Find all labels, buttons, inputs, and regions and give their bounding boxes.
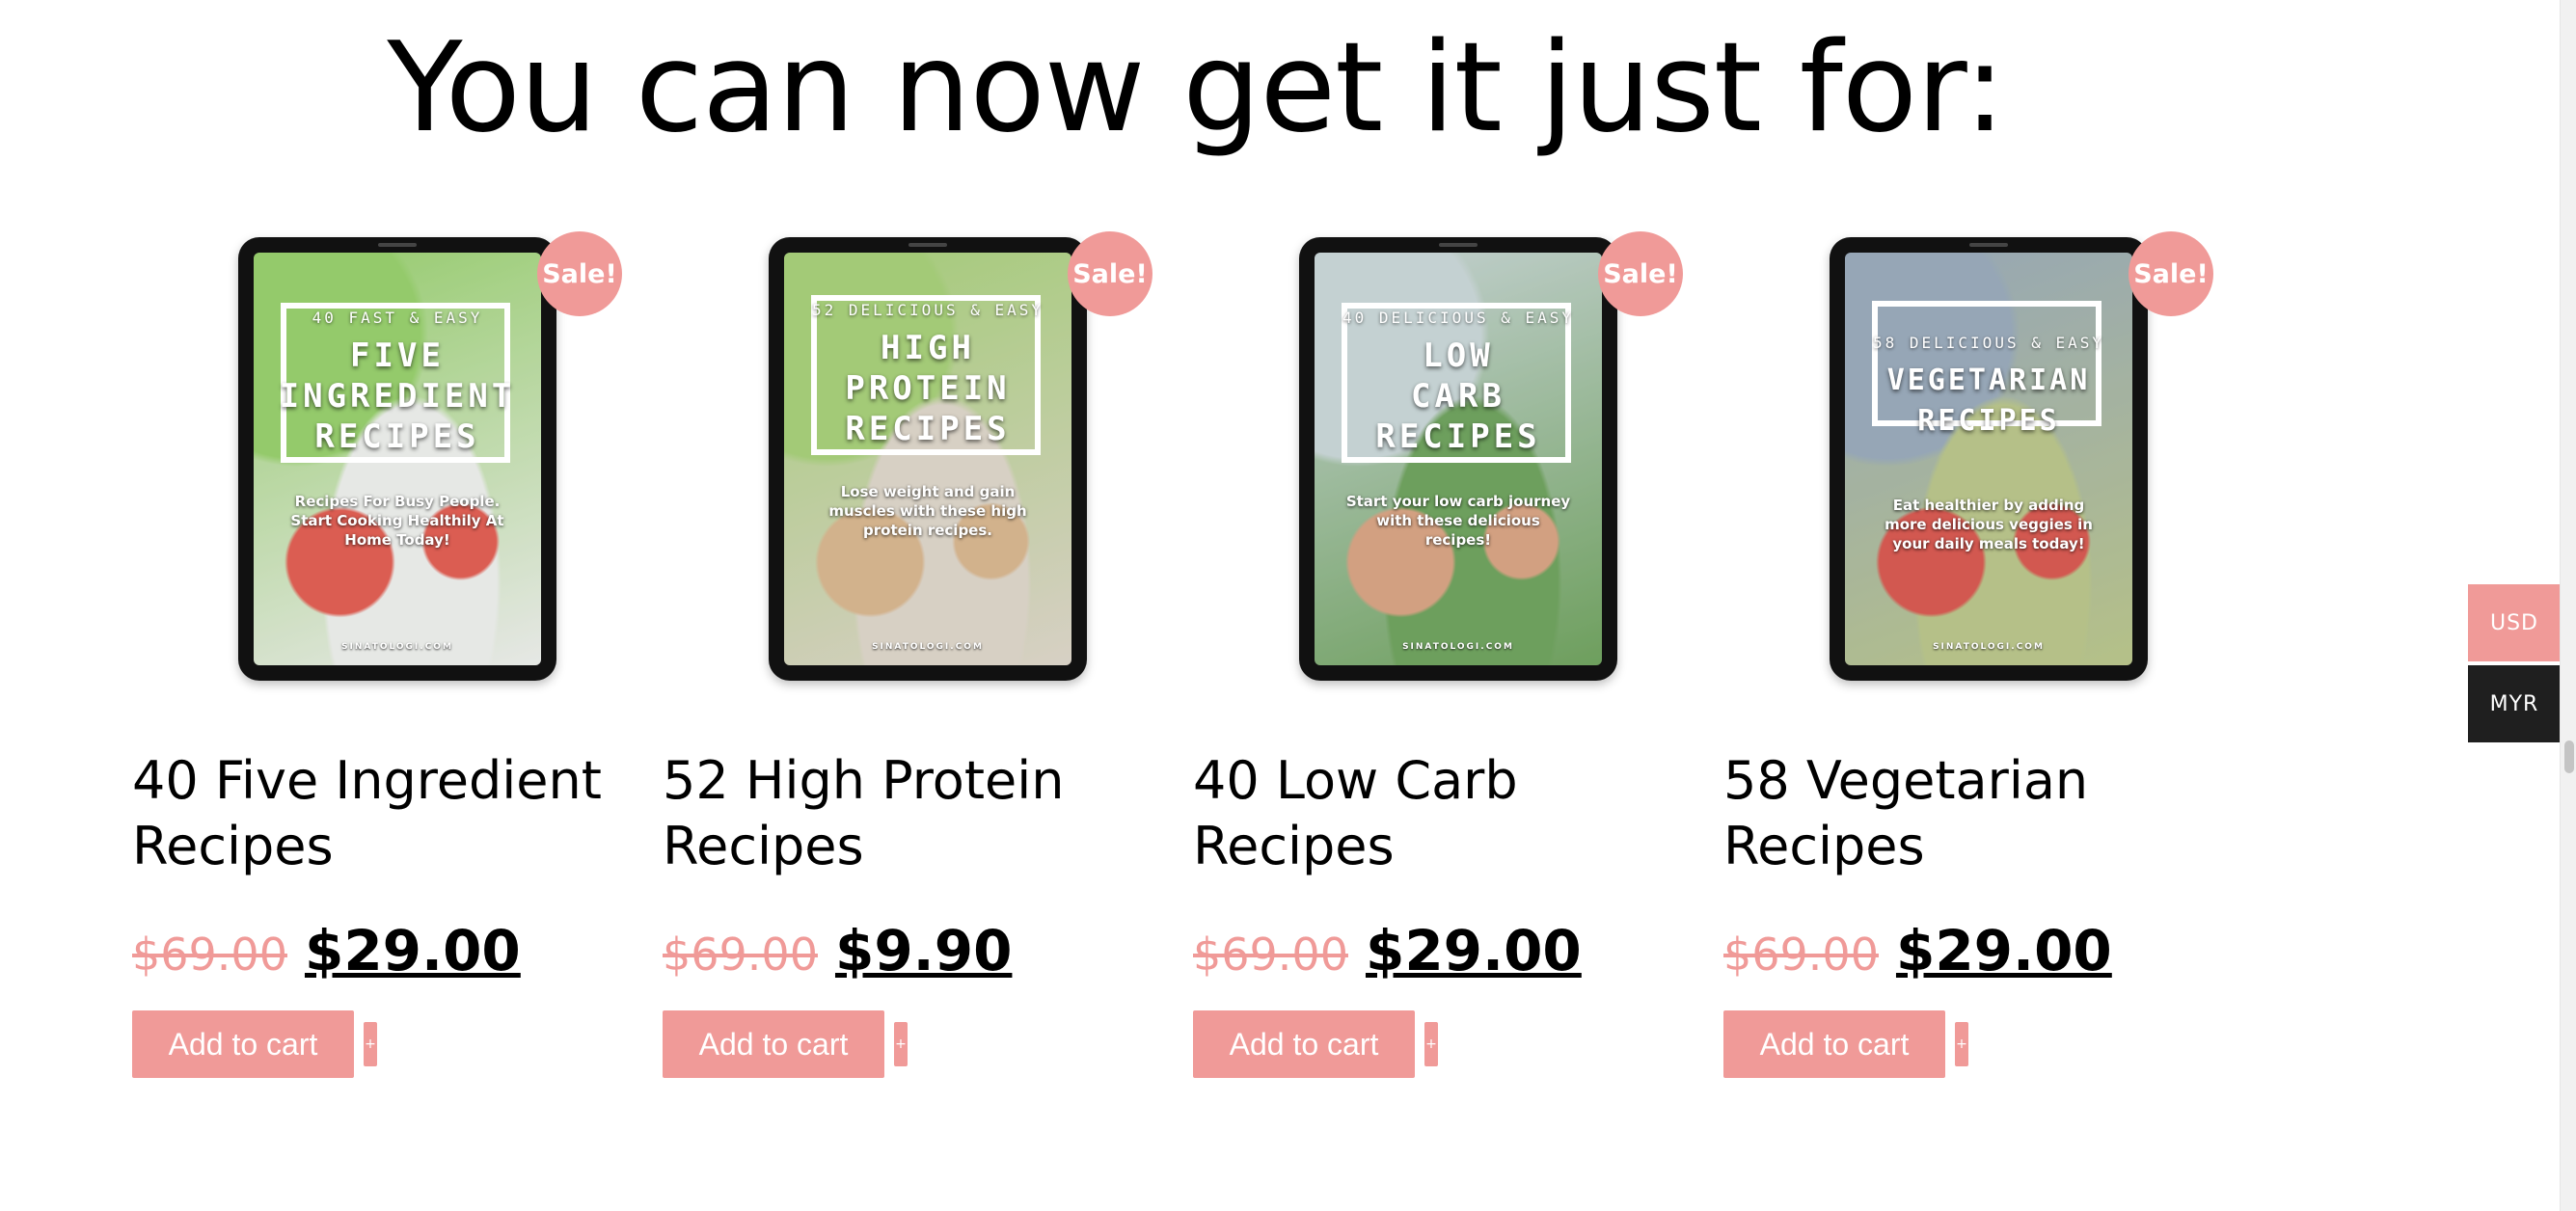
cover-subtitle: Eat healthier by adding more delicious v…	[1885, 497, 2093, 552]
tablet-mockup: 40 FAST & EASY FIVE INGREDIENT RECIPES R…	[238, 237, 556, 681]
original-price: $69.00	[1723, 928, 1879, 981]
tablet-mockup: 40 DELICIOUS & EASY LOW CARB RECIPES Sta…	[1299, 237, 1617, 681]
sale-price: $29.00	[1895, 918, 2112, 983]
cover-kicker: 58 DELICIOUS & EASY	[1872, 334, 2105, 352]
product-actions: Add to cart +	[1193, 1010, 1695, 1078]
currency-myr-button[interactable]: MYR	[2468, 665, 2561, 742]
product-actions: Add to cart +	[663, 1010, 1164, 1078]
sale-badge: Sale!	[2129, 231, 2213, 316]
original-price: $69.00	[1193, 928, 1348, 981]
product-title[interactable]: 58 Vegetarian Recipes	[1723, 748, 2225, 879]
cover-kicker: 40 FAST & EASY	[312, 309, 483, 327]
product-title[interactable]: 52 High Protein Recipes	[663, 748, 1164, 879]
original-price: $69.00	[663, 928, 818, 981]
tablet-camera	[1969, 243, 2008, 247]
product-card: 58 DELICIOUS & EASY VEGETARIAN RECIPES E…	[1723, 231, 2225, 1078]
sale-badge: Sale!	[1598, 231, 1683, 316]
quantity-plus-button[interactable]: +	[1955, 1022, 1968, 1066]
original-price: $69.00	[132, 928, 287, 981]
product-image[interactable]: 52 DELICIOUS & EASY HIGH PROTEIN RECIPES…	[663, 231, 1164, 694]
price-block: $69.00 $29.00	[1193, 918, 1695, 983]
cover-title: FIVE INGREDIENT RECIPES	[279, 336, 516, 456]
cover-title: HIGH PROTEIN RECIPES	[845, 329, 1011, 448]
cover-kicker: 52 DELICIOUS & EASY	[811, 301, 1044, 319]
cover-title: VEGETARIAN RECIPES	[1886, 363, 2091, 438]
cover-footer: SINATOLOGI.COM	[872, 642, 984, 652]
quantity-plus-button[interactable]: +	[1424, 1022, 1438, 1066]
ebook-cover: 40 FAST & EASY FIVE INGREDIENT RECIPES R…	[254, 253, 541, 665]
page-headline: You can now get it just for:	[387, 16, 2005, 160]
product-card: 40 FAST & EASY FIVE INGREDIENT RECIPES R…	[132, 231, 634, 1078]
ebook-cover: 58 DELICIOUS & EASY VEGETARIAN RECIPES E…	[1845, 253, 2132, 665]
ebook-cover: 52 DELICIOUS & EASY HIGH PROTEIN RECIPES…	[784, 253, 1071, 665]
tablet-camera	[378, 243, 417, 247]
product-actions: Add to cart +	[1723, 1010, 2225, 1078]
product-actions: Add to cart +	[132, 1010, 634, 1078]
sale-badge: Sale!	[537, 231, 622, 316]
sale-price: $9.90	[834, 918, 1013, 983]
cover-subtitle: Lose weight and gain muscles with these …	[828, 483, 1027, 539]
tablet-camera	[1439, 243, 1478, 247]
cover-subtitle: Recipes For Busy People. Start Cooking H…	[290, 493, 504, 549]
cover-title: LOW CARB RECIPES	[1375, 336, 1541, 456]
sale-price: $29.00	[1365, 918, 1582, 983]
page-scrollbar[interactable]	[2560, 0, 2576, 1211]
add-to-cart-button[interactable]: Add to cart	[132, 1010, 354, 1078]
cover-footer: SINATOLOGI.COM	[341, 642, 453, 652]
quantity-plus-button[interactable]: +	[894, 1022, 908, 1066]
quantity-plus-button[interactable]: +	[364, 1022, 377, 1066]
price-block: $69.00 $29.00	[1723, 918, 2225, 983]
product-image[interactable]: 40 DELICIOUS & EASY LOW CARB RECIPES Sta…	[1193, 231, 1695, 694]
product-card: 40 DELICIOUS & EASY LOW CARB RECIPES Sta…	[1193, 231, 1695, 1078]
product-title[interactable]: 40 Low Carb Recipes	[1193, 748, 1695, 879]
product-image[interactable]: 58 DELICIOUS & EASY VEGETARIAN RECIPES E…	[1723, 231, 2225, 694]
tablet-camera	[908, 243, 947, 247]
cover-footer: SINATOLOGI.COM	[1402, 642, 1514, 652]
tablet-mockup: 52 DELICIOUS & EASY HIGH PROTEIN RECIPES…	[769, 237, 1087, 681]
add-to-cart-button[interactable]: Add to cart	[663, 1010, 884, 1078]
cover-kicker: 40 DELICIOUS & EASY	[1342, 309, 1575, 327]
add-to-cart-button[interactable]: Add to cart	[1193, 1010, 1415, 1078]
cover-subtitle: Start your low carb journey with these d…	[1345, 493, 1571, 549]
sale-price: $29.00	[304, 918, 521, 983]
product-card: 52 DELICIOUS & EASY HIGH PROTEIN RECIPES…	[663, 231, 1164, 1078]
price-block: $69.00 $29.00	[132, 918, 634, 983]
add-to-cart-button[interactable]: Add to cart	[1723, 1010, 1945, 1078]
ebook-cover: 40 DELICIOUS & EASY LOW CARB RECIPES Sta…	[1315, 253, 1602, 665]
sale-badge: Sale!	[1068, 231, 1152, 316]
price-block: $69.00 $9.90	[663, 918, 1164, 983]
product-title[interactable]: 40 Five Ingredient Recipes	[132, 748, 634, 879]
cover-footer: SINATOLOGI.COM	[1933, 642, 2045, 652]
scrollbar-thumb[interactable]	[2564, 740, 2574, 773]
tablet-mockup: 58 DELICIOUS & EASY VEGETARIAN RECIPES E…	[1830, 237, 2148, 681]
product-image[interactable]: 40 FAST & EASY FIVE INGREDIENT RECIPES R…	[132, 231, 634, 694]
currency-usd-button[interactable]: USD	[2468, 584, 2561, 661]
